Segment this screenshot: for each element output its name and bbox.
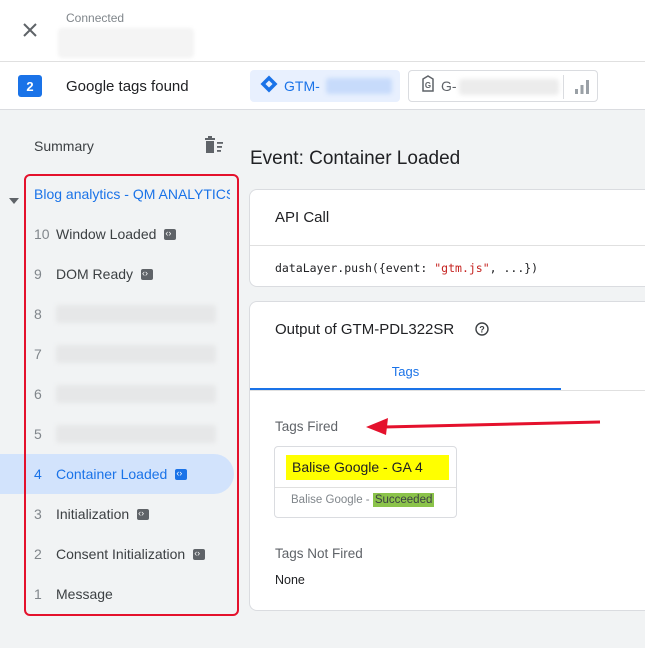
event-label-redacted (56, 425, 216, 443)
event-item-6[interactable]: 6 (0, 374, 234, 414)
fired-tag-status-row: Balise Google - Succeeded (291, 493, 435, 507)
ga-id-redacted (459, 79, 559, 95)
output-card: Output of GTM-PDL322SR ? Tags Tags Fired… (249, 301, 645, 611)
tab-tags[interactable]: Tags (250, 356, 561, 390)
api-call-card: API Call dataLayer.push({event: "gtm.js"… (249, 189, 645, 287)
event-label: Window Loaded (56, 226, 177, 242)
clear-messages-icon[interactable] (203, 136, 225, 161)
fired-tag-name: Balise Google - GA 4 (286, 455, 449, 480)
analytics-bars-icon (573, 78, 591, 101)
connection-status: Connected (66, 11, 125, 25)
event-number: 7 (34, 346, 42, 362)
event-label: DOM Ready (56, 266, 154, 282)
svg-text:G: G (425, 81, 431, 90)
tags-fired-label: Tags Fired (275, 419, 339, 434)
event-item-7[interactable]: 7 (0, 334, 234, 374)
event-label: Initialization (56, 506, 150, 522)
code-icon (193, 546, 206, 560)
tags-found-label: Google tags found (66, 78, 189, 95)
event-number: 4 (34, 466, 42, 482)
event-item-8[interactable]: 8 (0, 294, 234, 334)
annotation-arrow (364, 413, 604, 442)
ga-chip-label: G- (441, 78, 457, 94)
chip-divider (563, 75, 564, 99)
event-item-3[interactable]: 3 Initialization (0, 494, 234, 534)
event-label: Consent Initialization (56, 546, 206, 562)
event-number: 8 (34, 306, 42, 322)
gtm-chip-label: GTM- (284, 78, 320, 94)
code-icon (137, 506, 150, 520)
collapse-caret-icon[interactable] (9, 192, 19, 210)
container-group-title[interactable]: Blog analytics - QM ANALYTICS (34, 186, 230, 202)
event-label-redacted (56, 305, 216, 323)
close-icon[interactable] (18, 18, 42, 42)
event-label-redacted (56, 345, 216, 363)
code-icon (164, 226, 177, 240)
svg-text:?: ? (479, 325, 485, 335)
ga-tag-chip[interactable]: G G- (408, 70, 598, 102)
help-icon[interactable]: ? (475, 322, 489, 341)
fired-tag-status: Succeeded (372, 493, 435, 507)
tag-icon: G (421, 74, 435, 98)
summary-link[interactable]: Summary (34, 138, 94, 154)
event-number: 5 (34, 426, 42, 442)
event-number: 3 (34, 506, 42, 522)
connected-url-redacted (58, 28, 194, 58)
event-title: Event: Container Loaded (250, 148, 461, 169)
event-number: 2 (34, 546, 42, 562)
code-icon (175, 466, 188, 480)
event-number: 1 (34, 586, 42, 602)
fired-tag-card[interactable]: Balise Google - GA 4 Balise Google - Suc… (274, 446, 457, 518)
event-item-9[interactable]: 9 DOM Ready (0, 254, 234, 294)
event-item-4[interactable]: 4 Container Loaded (0, 454, 234, 494)
event-item-5[interactable]: 5 (0, 414, 234, 454)
tags-count-badge: 2 (18, 75, 42, 97)
gtm-id-redacted (326, 78, 392, 94)
event-label: Container Loaded (56, 466, 188, 482)
api-call-code: dataLayer.push({event: "gtm.js", ...}) (275, 261, 539, 275)
output-title: Output of GTM-PDL322SR (275, 321, 455, 338)
event-number: 9 (34, 266, 42, 282)
event-number: 6 (34, 386, 42, 402)
top-bar: Connected (0, 0, 645, 62)
tags-bar: 2 Google tags found GTM- G G- (0, 62, 645, 110)
tags-not-fired-value: None (275, 573, 305, 587)
gtm-diamond-icon (260, 75, 278, 98)
event-item-1[interactable]: 1 Message (0, 574, 234, 614)
fired-tag-name-row: Balise Google - GA 4 (275, 447, 456, 488)
event-item-10[interactable]: 10 Window Loaded (0, 214, 234, 254)
code-icon (141, 266, 154, 280)
event-number: 10 (34, 226, 50, 242)
api-call-title: API Call (250, 190, 645, 246)
tab-divider (250, 390, 645, 391)
event-label-redacted (56, 385, 216, 403)
fired-tag-type: Balise Google - (291, 494, 373, 506)
event-item-2[interactable]: 2 Consent Initialization (0, 534, 234, 574)
gtm-container-chip[interactable]: GTM- (250, 70, 400, 102)
event-label: Message (56, 586, 113, 602)
tags-not-fired-label: Tags Not Fired (275, 546, 363, 561)
